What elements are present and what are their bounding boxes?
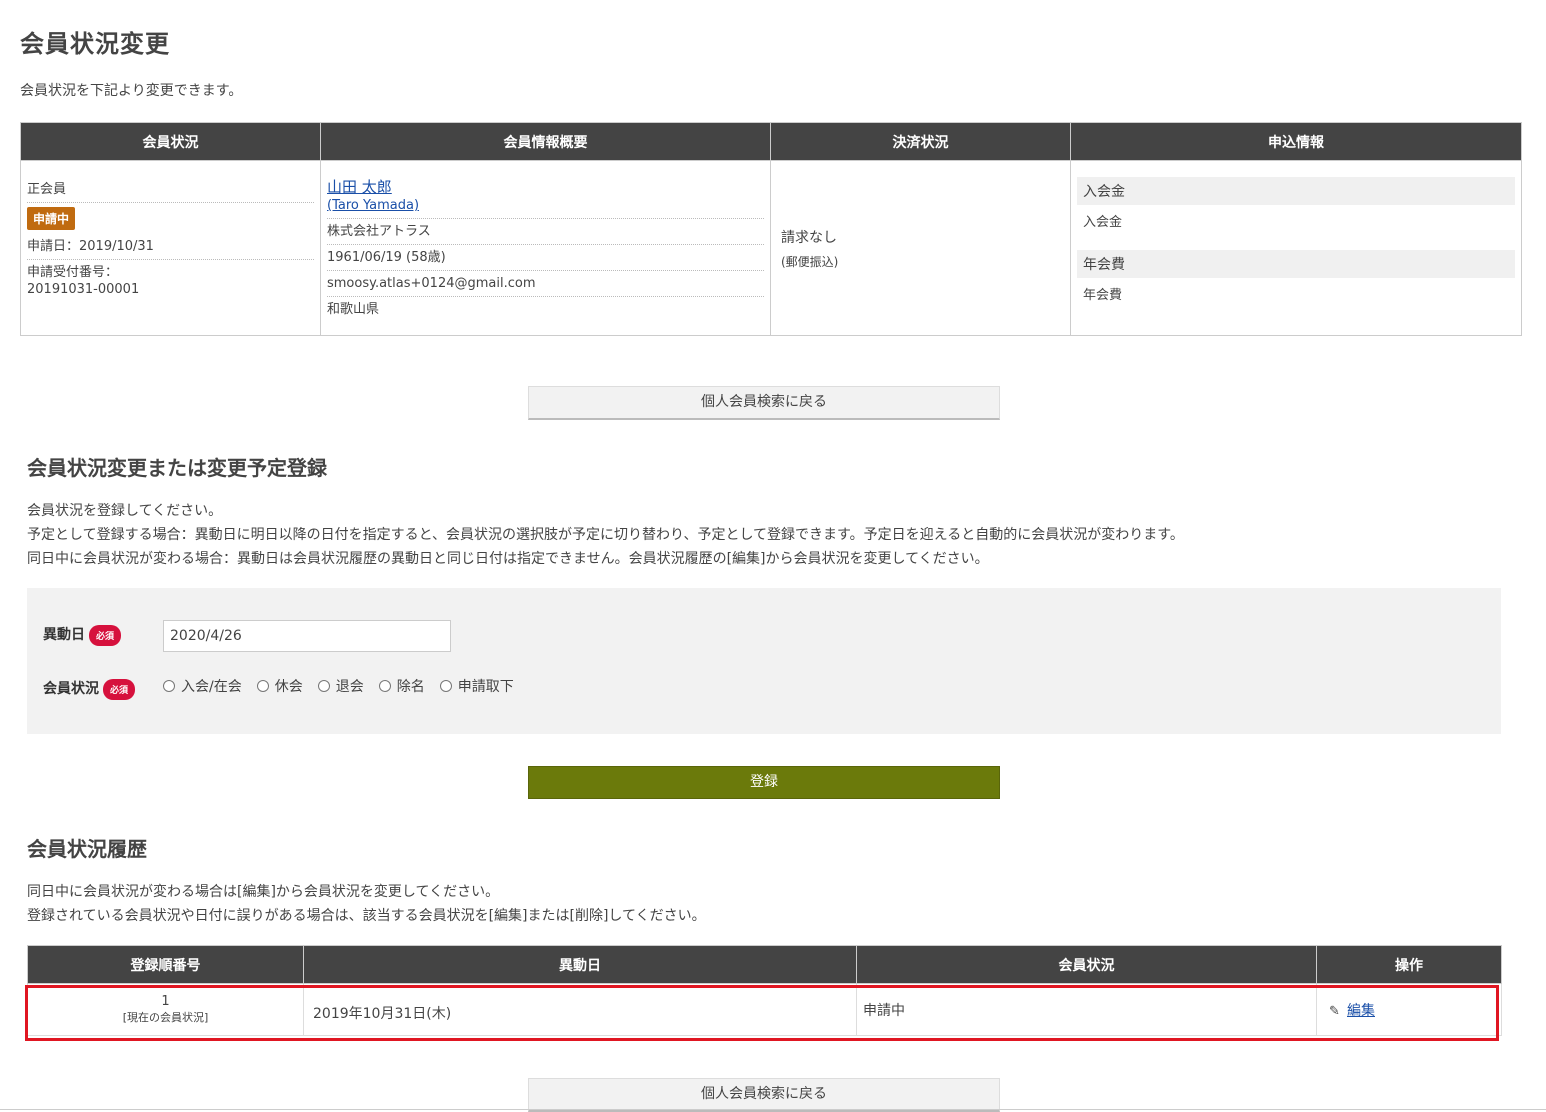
row-status: 申請中	[856, 983, 1317, 1036]
payment-status: 請求なし	[781, 229, 837, 246]
page-title: 会員状況変更	[20, 30, 170, 58]
table-row: 1 [現在の会員状況] 2019年10月31日(木) 申請中 ✎ 編集	[27, 983, 1502, 1036]
payment-method: (郵便振込)	[781, 254, 839, 269]
row-number: 1	[161, 994, 170, 1009]
row-current-note: [現在の会員状況]	[122, 1011, 209, 1024]
member-info-table: 会員状況 会員情報概要 決済状況 申込情報 正会員 申請中 申請日：2019/1…	[20, 122, 1522, 336]
header-operation: 操作	[1316, 945, 1502, 984]
radio-suspend[interactable]: 休会	[256, 676, 303, 696]
history-section-description: 同日中に会員状況が変わる場合は[編集]から会員状況を変更してください。 登録され…	[27, 880, 706, 928]
back-to-search-button[interactable]: 個人会員検索に戻る	[528, 386, 1000, 420]
radio-circle[interactable]	[378, 680, 391, 692]
member-type: 正会員	[27, 177, 314, 203]
edit-link[interactable]: 編集	[1347, 1003, 1375, 1019]
member-birth: 1961/06/19 (58歳)	[327, 245, 764, 271]
header-member-status: 会員状況	[856, 945, 1317, 984]
back-to-search-button-bottom[interactable]: 個人会員検索に戻る	[528, 1078, 1000, 1112]
application-value-entry-fee: 入会金	[1083, 215, 1123, 230]
receipt-number: 申請受付番号： 20191031-00001	[27, 260, 314, 302]
radio-withdraw[interactable]: 退会	[317, 676, 364, 696]
radio-label: 休会	[274, 679, 303, 695]
radio-circle[interactable]	[256, 680, 269, 692]
history-desc-line-2: 登録されている会員状況や日付に誤りがある場合は、該当する会員状況を[編集]または…	[27, 908, 706, 924]
receipt-value: 20191031-00001	[27, 282, 140, 297]
receipt-label: 申請受付番号：	[27, 265, 119, 280]
status-label-text: 会員状況	[43, 681, 99, 697]
radio-circle[interactable]	[317, 680, 330, 692]
application-heading-entry-fee: 入会金	[1077, 177, 1515, 205]
applied-date: 申請日：2019/10/31	[27, 234, 314, 260]
bottom-divider	[0, 1109, 1546, 1110]
radio-label: 除名	[396, 679, 425, 695]
member-name-en-link[interactable]: (Taro Yamada)	[327, 198, 419, 213]
pencil-icon: ✎	[1329, 1003, 1340, 1019]
radio-expel[interactable]: 除名	[378, 676, 425, 696]
header-change-date: 異動日	[303, 945, 857, 984]
header-application-info: 申込情報	[1070, 122, 1522, 161]
row-number-cell: 1 [現在の会員状況]	[27, 983, 304, 1036]
member-email: smoosy.atlas+0124@gmail.com	[327, 271, 764, 297]
change-desc-line-3: 同日中に会員状況が変わる場合：異動日は会員状況履歴の異動日と同じ日付は指定できま…	[27, 551, 989, 567]
change-form: 異動日必須 会員状況必須 入会/在会 休会 退会 除名 申請取下	[27, 588, 1501, 734]
application-info-cell: 入会金 入会金 年会費 年会費	[1070, 160, 1522, 336]
page-description: 会員状況を下記より変更できます。	[20, 83, 243, 99]
radio-label: 退会	[335, 679, 364, 695]
row-date: 2019年10月31日(木)	[303, 983, 857, 1036]
header-member-summary: 会員情報概要	[320, 122, 771, 161]
header-registration-number: 登録順番号	[27, 945, 304, 984]
date-label: 異動日 必須	[43, 624, 122, 646]
status-required-badge: 必須	[103, 678, 136, 700]
header-member-status: 会員状況	[20, 122, 321, 161]
member-prefecture: 和歌山県	[327, 302, 380, 317]
application-value-annual-fee: 年会費	[1083, 288, 1123, 303]
date-label-text: 異動日	[43, 627, 85, 643]
header-payment-status: 決済状況	[770, 122, 1071, 161]
payment-status-cell: 請求なし (郵便振込)	[770, 160, 1071, 336]
radio-circle[interactable]	[439, 680, 452, 692]
history-desc-line-1: 同日中に会員状況が変わる場合は[編集]から会員状況を変更してください。	[27, 884, 500, 900]
change-desc-line-2: 予定として登録する場合：異動日に明日以降の日付を指定すると、会員状況の選択肢が予…	[27, 527, 1184, 543]
history-section-title: 会員状況履歴	[27, 837, 147, 861]
member-name: 山田 太郎 (Taro Yamada)	[327, 175, 764, 219]
member-name-link[interactable]: 山田 太郎	[327, 178, 392, 196]
member-summary-cell: 山田 太郎 (Taro Yamada) 株式会社アトラス 1961/06/19 …	[320, 160, 771, 336]
row-action-cell: ✎ 編集	[1316, 983, 1502, 1036]
status-label: 会員状況 必須	[43, 678, 136, 700]
radio-join[interactable]: 入会/在会	[163, 676, 242, 696]
radio-label: 入会/在会	[181, 679, 242, 695]
status-badge: 申請中	[27, 207, 76, 230]
change-section-title: 会員状況変更または変更予定登録	[27, 456, 327, 480]
member-company: 株式会社アトラス	[327, 219, 764, 245]
radio-label: 申請取下	[457, 679, 514, 695]
change-section-description: 会員状況を登録してください。 予定として登録する場合：異動日に明日以降の日付を指…	[27, 499, 1184, 571]
member-status-cell: 正会員 申請中 申請日：2019/10/31 申請受付番号： 20191031-…	[20, 160, 321, 336]
radio-circle[interactable]	[163, 680, 175, 692]
status-radio-group: 入会/在会 休会 退会 除名 申請取下	[163, 676, 514, 696]
date-input[interactable]	[163, 620, 451, 652]
application-heading-annual-fee: 年会費	[1077, 250, 1515, 278]
history-table: 登録順番号 異動日 会員状況 操作 1 [現在の会員状況] 2019年10月31…	[27, 945, 1502, 1036]
date-required-badge: 必須	[89, 624, 122, 646]
change-desc-line-1: 会員状況を登録してください。	[27, 503, 223, 519]
register-button[interactable]: 登録	[528, 766, 1000, 799]
radio-cancel-application[interactable]: 申請取下	[439, 676, 514, 696]
